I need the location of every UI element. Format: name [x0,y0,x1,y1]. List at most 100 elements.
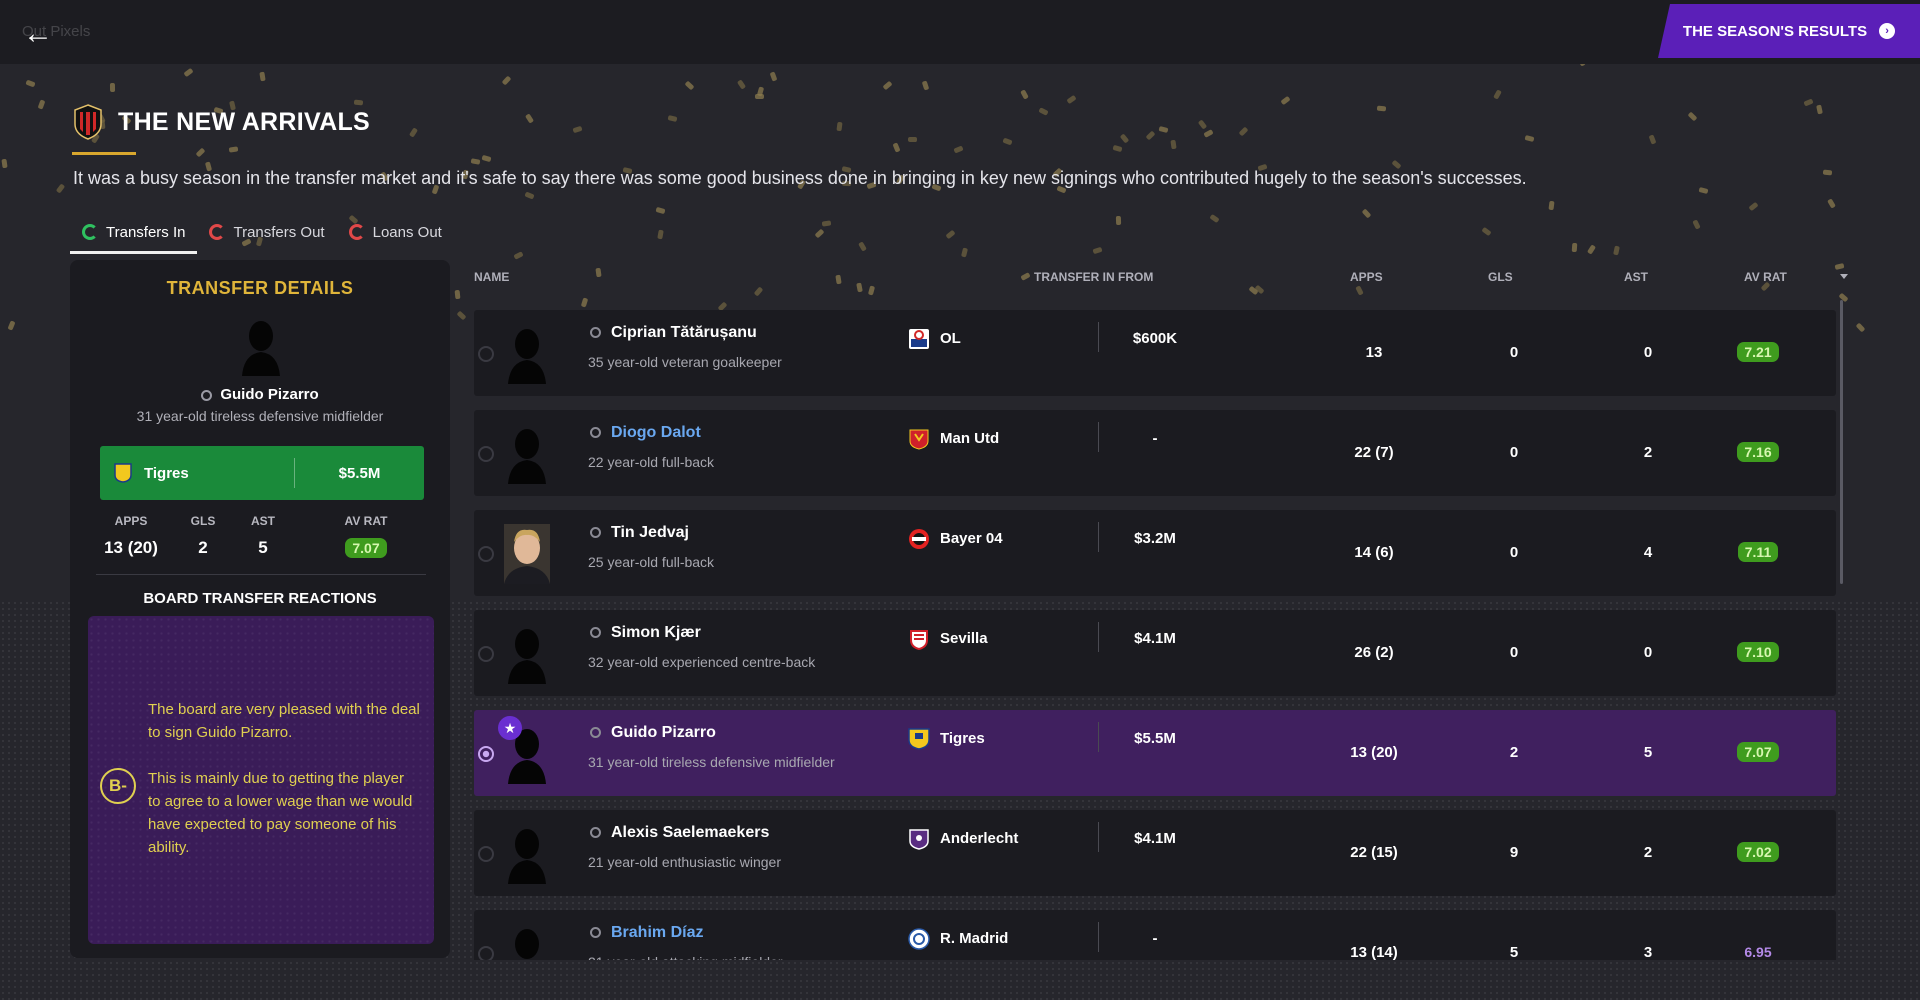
confetti-piece [1586,243,1596,255]
grade-badge: B- [100,768,136,804]
confetti-piece [1481,226,1492,236]
tab-transfers-in[interactable]: Transfers In [70,216,198,254]
club-name[interactable]: Bayer 04 [940,530,1003,547]
divider [1098,822,1099,852]
divider [1098,522,1099,552]
player-name-text: Guido Pizarro [611,724,716,741]
confetti-piece [1238,126,1249,137]
rating-value: 6.95 [1744,944,1772,960]
board-reactions-title: BOARD TRANSFER REACTIONS [143,590,377,607]
assists-cell: 0 [1643,344,1653,361]
assists-cell: 3 [1643,944,1653,960]
player-description: 22 year-old full-back [588,454,715,470]
confetti-piece [109,82,115,92]
back-arrow-icon: ← [23,17,53,50]
row-select-radio[interactable] [478,746,494,762]
apps-cell: 13 (20) [1350,744,1398,761]
player-name[interactable]: Guido Pizarro [590,724,716,742]
club-name[interactable]: Tigres [940,730,985,747]
person-icon [590,627,601,639]
col-goals-header[interactable]: GLS [1488,270,1513,284]
confetti-piece [183,67,194,78]
player-name[interactable]: Brahim Díaz [590,924,703,942]
confetti-piece [657,229,664,240]
club-name[interactable]: R. Madrid [940,930,1008,947]
confetti-piece [1856,322,1866,333]
confetti-piece [1209,214,1220,224]
goals-header: GLS [190,514,216,528]
col-name-header[interactable]: NAME [474,270,509,284]
club-name[interactable]: Man Utd [940,430,999,447]
club-name[interactable]: Sevilla [940,630,988,647]
player-silhouette-icon [508,629,546,684]
transfer-fee: $5.5M [1134,730,1176,747]
table-row[interactable]: Simon Kjær 32 year-old experienced centre… [474,610,1836,696]
confetti-piece [1020,89,1029,100]
rating-cell: 7.07 [1730,742,1786,762]
club-fee-bar[interactable]: Tigres $5.5M [100,446,424,500]
season-results-button[interactable]: THE SEASON'S RESULTS › [1658,4,1920,58]
tab-bar: Transfers In Transfers Out Loans Out [70,216,454,254]
rating-value: 7.16 [1737,442,1779,462]
player-name[interactable]: Alexis Saelemaekers [590,824,769,842]
club-crest-icon [909,329,929,349]
confetti-piece [1158,125,1169,133]
player-name[interactable]: Ciprian Tătărușanu [590,324,757,342]
confetti-piece [944,229,956,240]
player-name[interactable]: Diogo Dalot [590,424,701,442]
rating-cell: 7.10 [1730,642,1786,662]
rating-cell: 6.95 [1730,942,1786,960]
col-rating-header[interactable]: AV RAT [1744,270,1787,284]
club-name[interactable]: OL [940,330,961,347]
confetti-piece [814,228,825,239]
table-row[interactable]: Diogo Dalot 22 year-old full-back Man Utd -… [474,410,1836,496]
table-row[interactable]: ★ Guido Pizarro 31 year-old tireless defen… [474,710,1836,796]
row-select-radio[interactable] [478,646,494,662]
table-row[interactable]: Ciprian Tătărușanu 35 year-old veteran go… [474,310,1836,396]
divider [1098,922,1099,952]
rating-value: 7.21 [1737,342,1779,362]
confetti-piece [1038,107,1050,116]
transfer-fee: $3.2M [1134,530,1176,547]
player-photo [504,524,550,584]
row-select-radio[interactable] [478,346,494,362]
row-select-radio[interactable] [478,946,494,960]
row-select-radio[interactable] [478,546,494,562]
player-name-text: Diogo Dalot [611,424,701,441]
col-apps-header[interactable]: APPS [1350,270,1383,284]
tab-transfers-out[interactable]: Transfers Out [197,216,336,248]
club-crest-icon [908,728,930,750]
season-results-label: THE SEASON'S RESULTS [1682,22,1868,40]
assists-cell: 5 [1643,744,1653,761]
confetti-piece [857,241,867,252]
confetti-piece [1815,104,1823,115]
confetti-piece [1692,219,1702,230]
confetti-piece [195,147,206,158]
row-select-radio[interactable] [478,846,494,862]
sort-dropdown-icon[interactable] [1840,274,1848,279]
col-from-header[interactable]: TRANSFER IN FROM [1034,270,1153,284]
confetti-piece [953,145,964,154]
tab-loans-out[interactable]: Loans Out [337,216,454,248]
player-description: 32 year-old experienced centre-back [588,654,816,670]
back-button[interactable]: ← [18,14,58,54]
title-underline [72,152,136,155]
confetti-piece [1203,128,1214,138]
player-name[interactable]: Simon Kjær [590,624,701,642]
player-name[interactable]: Tin Jedvaj [590,524,689,542]
table-row[interactable]: Alexis Saelemaekers 21 year-old enthusias… [474,810,1836,896]
table-row[interactable]: Tin Jedvaj 25 year-old full-back Bayer 04 $… [474,510,1836,596]
rating-cell: 7.16 [1730,442,1786,462]
confetti-piece [24,79,36,88]
col-assists-header[interactable]: AST [1624,270,1648,284]
confetti-piece [581,296,589,308]
assists-value: 5 [258,538,268,557]
confetti-piece [755,93,765,99]
divider [1098,622,1099,652]
transfer-fee: $600K [1132,330,1178,347]
confetti-piece [769,71,778,82]
club-name[interactable]: Anderlecht [940,830,1018,847]
scrollbar[interactable] [1840,300,1843,584]
table-row[interactable]: Brahim Díaz 21 year-old attacking midfiel… [474,910,1836,960]
row-select-radio[interactable] [478,446,494,462]
